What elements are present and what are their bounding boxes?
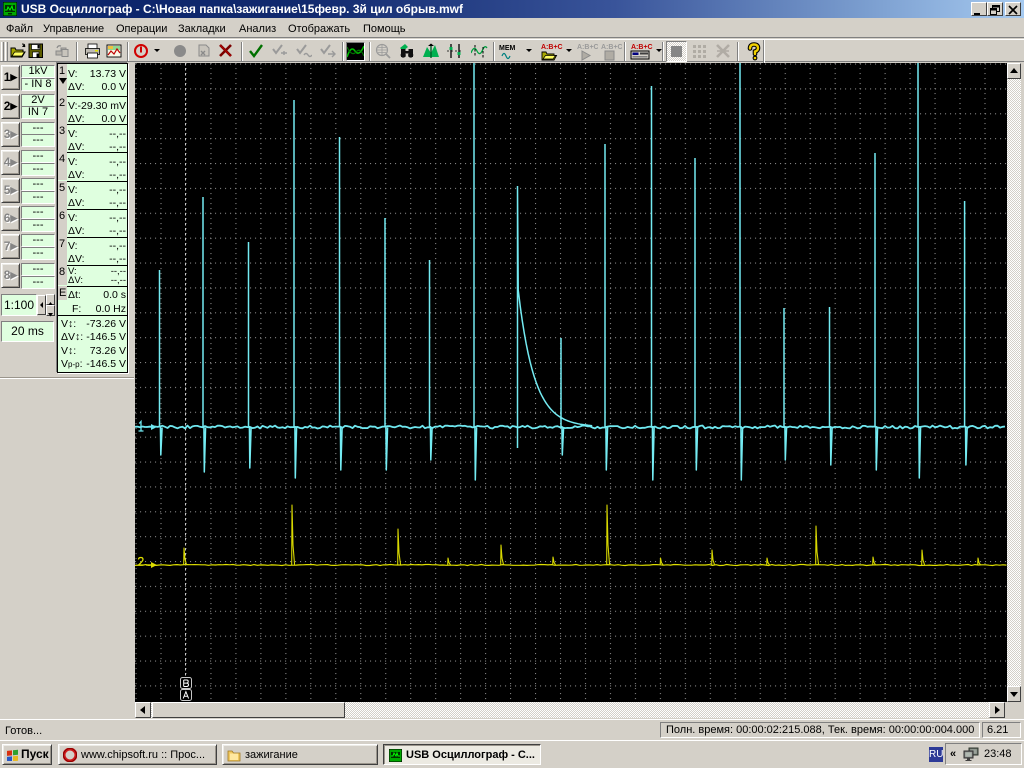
svg-text:A:B+C: A:B+C	[541, 44, 563, 51]
svg-text:MEM: MEM	[499, 45, 516, 52]
svg-text:A:B+C: A:B+C	[577, 44, 598, 51]
svg-text:A:B+C: A:B+C	[631, 44, 653, 51]
svg-text:A:B+C: A:B+C	[601, 44, 622, 51]
